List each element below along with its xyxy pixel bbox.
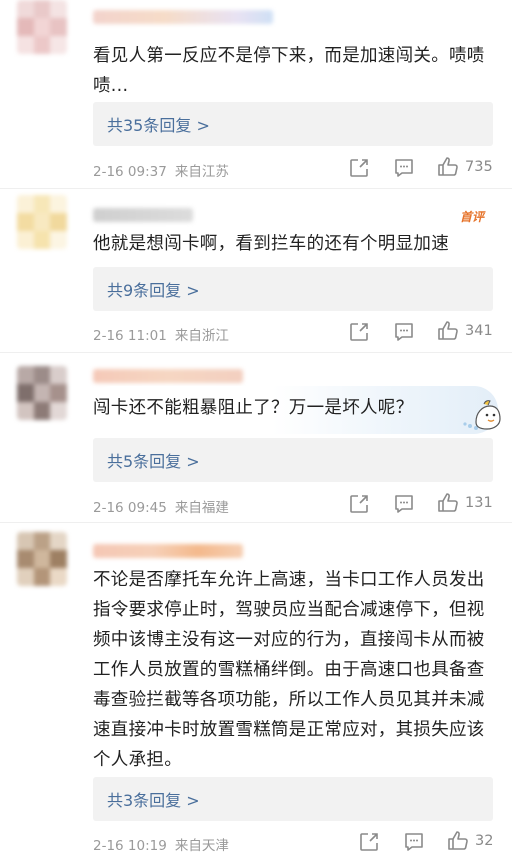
comment-text: 闯卡还不能粗暴阻止了？万一是坏人呢？ [93,398,414,418]
comment-meta: 2-16 09:45 来自福建 [93,496,229,516]
like-count: 32 [475,833,494,849]
comment-item: 不论是否摩托车允许上高速，当卡口工作人员发出指令要求停止时，驾驶员应当配合减速停… [0,524,512,863]
comment-item: 看见人第一反应不是停下来，而是加速闯关。啧啧啧... 共35条回复 > 2-16… [0,0,512,190]
reply-box[interactable]: 共5条回复 > [93,438,493,482]
comment-date: 2-16 11:01 [93,328,167,344]
divider [0,188,512,189]
avatar[interactable] [17,366,67,420]
share-icon[interactable] [347,156,371,180]
reply-box[interactable]: 共3条回复 > [93,777,493,821]
comment-date: 2-16 09:37 [93,164,167,180]
comment-text: 不论是否摩托车允许上高速，当卡口工作人员发出指令要求停止时，驾驶员应当配合减速停… [93,570,485,770]
avatar[interactable] [17,532,67,586]
thumbs-up-icon[interactable] [436,155,460,179]
thumbs-up-icon[interactable] [446,829,470,853]
share-icon[interactable] [357,830,381,854]
divider [0,522,512,523]
like-count: 341 [465,323,493,339]
comment-meta: 2-16 09:37 来自江苏 [93,160,229,180]
view-replies-link[interactable]: 共35条回复 > [107,112,210,136]
share-icon[interactable] [347,320,371,344]
reply-box[interactable]: 共35条回复 > [93,102,493,146]
username-blurred[interactable] [93,544,243,558]
comment-icon[interactable] [392,492,416,516]
comment-icon[interactable] [392,156,416,180]
thumbs-up-icon[interactable] [436,319,460,343]
comment-location: 来自江苏 [174,164,229,180]
view-replies-link[interactable]: 共3条回复 > [107,787,200,811]
comment-text: 他就是想闯卡啊，看到拦车的还有个明显加速 [93,234,449,254]
view-replies-link[interactable]: 共5条回复 > [107,448,200,472]
comment-meta: 2-16 11:01 来自浙江 [93,324,229,344]
reply-box[interactable]: 共9条回复 > [93,267,493,311]
divider [0,352,512,353]
comment-location: 来自天津 [174,838,229,854]
comment-location: 来自福建 [174,500,229,516]
comment-text: 看见人第一反应不是停下来，而是加速闯关。啧啧啧... [93,46,485,96]
avatar[interactable] [17,195,67,249]
thumbs-up-icon[interactable] [436,491,460,515]
like-count: 131 [465,495,493,511]
comment-item: 首评 他就是想闯卡啊，看到拦车的还有个明显加速 共9条回复 > 2-16 11:… [0,190,512,352]
username-blurred[interactable] [93,369,243,383]
username-blurred[interactable] [93,10,273,24]
comment-date: 2-16 09:45 [93,500,167,516]
comment-icon[interactable] [392,320,416,344]
comment-location: 来自浙江 [174,328,229,344]
avatar[interactable] [17,0,67,54]
username-blurred[interactable] [93,208,193,222]
comment-icon[interactable] [402,830,426,854]
view-replies-link[interactable]: 共9条回复 > [107,277,200,301]
first-comment-badge: 首评 [460,210,485,224]
share-icon[interactable] [347,492,371,516]
like-count: 735 [465,159,493,175]
comment-date: 2-16 10:19 [93,838,167,854]
comment-item: 闯卡还不能粗暴阻止了？万一是坏人呢？ 共5条回复 > 2-16 09:45 来自福… [0,354,512,524]
comment-meta: 2-16 10:19 来自天津 [93,834,229,854]
